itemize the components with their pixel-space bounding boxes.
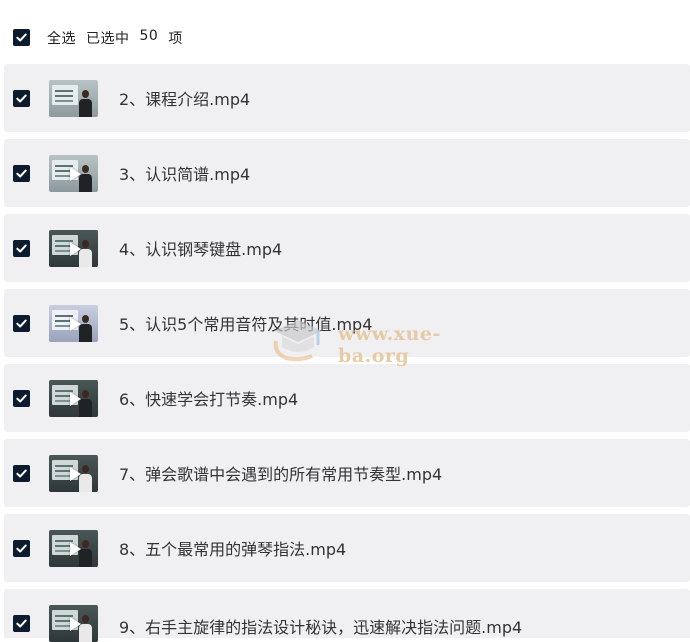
checkmark-icon (16, 319, 27, 327)
file-row[interactable]: 3、认识简谱.mp4 (4, 139, 690, 207)
file-row[interactable]: 2、课程介绍.mp4 (4, 64, 690, 132)
file-row[interactable]: 8、五个最常用的弹琴指法.mp4 (4, 514, 690, 582)
checkmark-icon (16, 544, 27, 552)
file-name[interactable]: 7、弹会歌谱中会遇到的所有常用节奏型.mp4 (119, 461, 442, 485)
checkmark-icon (16, 94, 27, 102)
checkmark-icon (16, 394, 27, 402)
file-checkbox[interactable] (13, 89, 30, 107)
file-name[interactable]: 8、五个最常用的弹琴指法.mp4 (119, 536, 346, 560)
file-name[interactable]: 5、认识5个常用音符及其时值.mp4 (119, 311, 372, 335)
file-checkbox[interactable] (13, 614, 30, 632)
video-thumbnail[interactable] (49, 604, 98, 642)
file-name[interactable]: 2、课程介绍.mp4 (119, 86, 250, 110)
play-icon (70, 316, 81, 331)
video-thumbnail[interactable] (49, 379, 98, 417)
file-checkbox[interactable] (13, 314, 30, 332)
file-row[interactable]: 4、认识钢琴键盘.mp4 (4, 214, 690, 282)
checkmark-icon (16, 169, 27, 177)
play-icon (70, 241, 81, 256)
play-icon (70, 466, 81, 481)
checkmark-icon (16, 619, 27, 627)
checkmark-icon (16, 33, 27, 42)
play-icon (70, 391, 81, 406)
checkmark-icon (16, 244, 27, 252)
play-icon (70, 166, 81, 181)
file-row[interactable]: 9、右手主旋律的指法设计秘诀，迅速解决指法问题.mp4 (4, 589, 690, 642)
play-icon (70, 541, 81, 556)
video-thumbnail[interactable] (49, 529, 98, 567)
file-checkbox[interactable] (13, 239, 30, 257)
selected-prefix: 已选中 (86, 30, 130, 47)
selected-suffix: 项 (168, 30, 183, 47)
file-row[interactable]: 5、认识5个常用音符及其时值.mp4 (4, 289, 690, 357)
file-row[interactable]: 7、弹会歌谱中会遇到的所有常用节奏型.mp4 (4, 439, 690, 507)
presenter-image (79, 89, 92, 117)
whiteboard-image (52, 84, 78, 105)
video-thumbnail[interactable] (49, 304, 98, 342)
video-thumbnail[interactable] (49, 229, 98, 267)
file-checkbox[interactable] (13, 164, 30, 182)
file-name[interactable]: 6、快速学会打节奏.mp4 (119, 386, 298, 410)
selected-count: 50 (139, 27, 159, 44)
select-all-checkbox[interactable] (13, 29, 30, 46)
select-all-label[interactable]: 全选 (47, 28, 76, 48)
video-thumbnail[interactable] (49, 154, 98, 192)
play-icon (70, 616, 81, 631)
file-name[interactable]: 4、认识钢琴键盘.mp4 (119, 236, 282, 260)
video-thumbnail[interactable] (49, 454, 98, 492)
video-thumbnail[interactable] (49, 79, 98, 117)
file-checkbox[interactable] (13, 539, 30, 557)
selection-summary: 全选 已选中 50 项 (47, 28, 183, 48)
file-name[interactable]: 9、右手主旋律的指法设计秘诀，迅速解决指法问题.mp4 (119, 614, 522, 638)
file-checkbox[interactable] (13, 464, 30, 482)
file-name[interactable]: 3、认识简谱.mp4 (119, 161, 250, 185)
file-row[interactable]: 6、快速学会打节奏.mp4 (4, 364, 690, 432)
file-checkbox[interactable] (13, 389, 30, 407)
checkmark-icon (16, 469, 27, 477)
